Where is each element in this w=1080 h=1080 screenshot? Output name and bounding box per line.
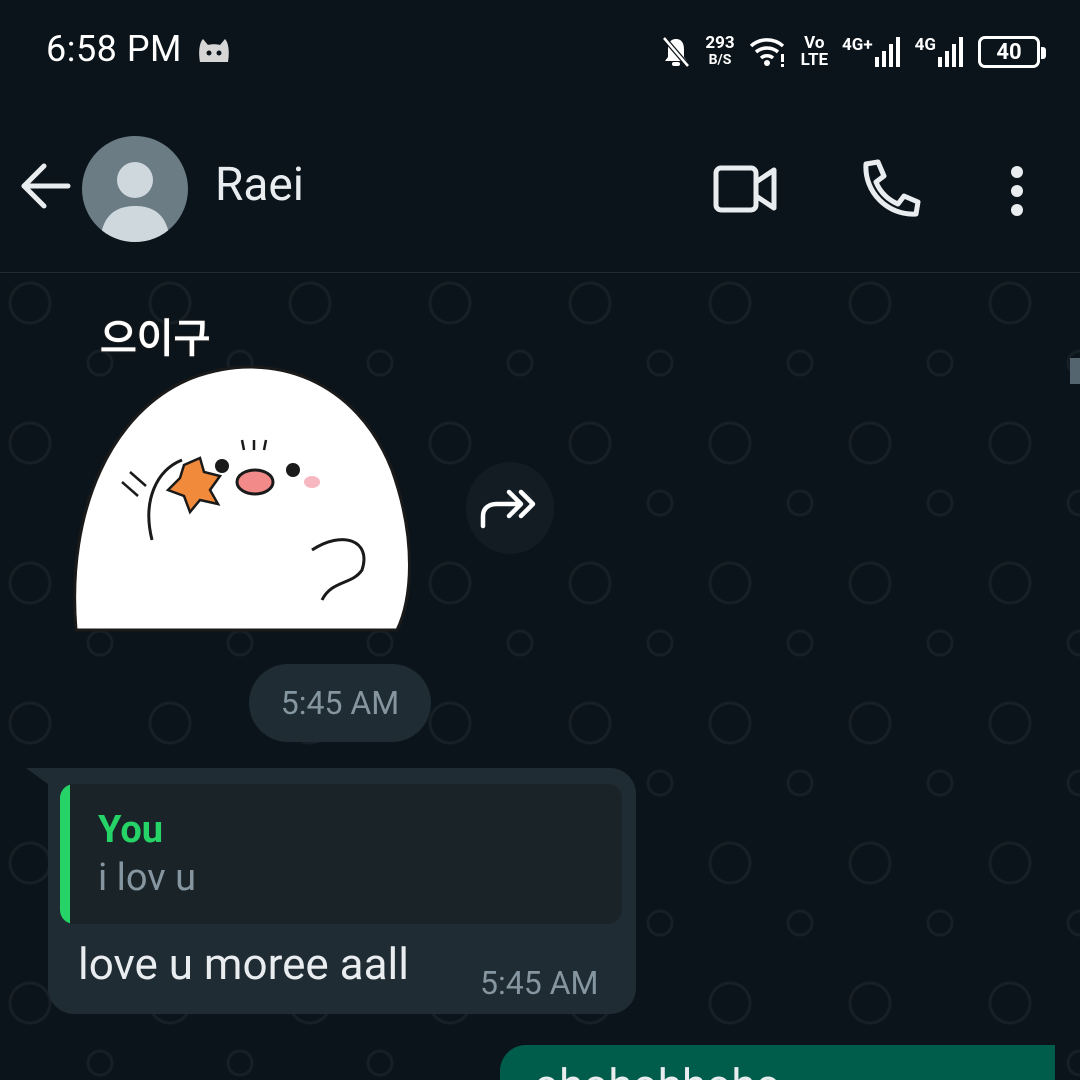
sim2-signal: 4G [915, 37, 964, 67]
forward-button[interactable] [466, 462, 554, 554]
network-speed: 293 B/S [705, 35, 734, 69]
quote-text: i lov u [98, 856, 197, 900]
sim1-network-type: 4G+ [842, 35, 873, 55]
video-call-icon[interactable] [712, 160, 778, 218]
cat-notification-icon [199, 39, 229, 62]
incoming-message-text: love u moree aall [78, 938, 409, 990]
status-bar: 6:58 PM 293 B/S Vo LTE 4G+ 4G 40 [0, 0, 1080, 100]
contact-avatar[interactable] [82, 136, 188, 242]
signal-bars-icon [938, 37, 963, 67]
sticker-timestamp: 5:45 AM [249, 664, 431, 742]
mute-bell-icon [662, 36, 691, 68]
volte-bottom: LTE [800, 50, 829, 70]
network-speed-unit: B/S [708, 52, 732, 68]
forward-icon [480, 489, 536, 529]
back-arrow-icon[interactable] [18, 158, 74, 214]
status-time: 6:58 PM [46, 28, 182, 70]
sim2-network-type: 4G [914, 35, 936, 55]
incoming-message-time: 5:45 AM [480, 964, 599, 1002]
signal-bars-icon [874, 37, 900, 67]
contact-name[interactable]: Raei [215, 158, 304, 212]
network-speed-value: 293 [705, 33, 735, 53]
battery-indicator: 40 [978, 36, 1046, 68]
chat-header: Raei [0, 100, 1080, 272]
more-options-icon[interactable] [1002, 162, 1032, 222]
default-person-icon [100, 162, 170, 242]
wifi-icon [749, 38, 784, 67]
sticker-caption: 으이구 [100, 316, 210, 362]
battery-level: 40 [996, 39, 1022, 65]
quote-author: You [98, 808, 164, 852]
sim1-signal: 4G+ [842, 37, 901, 67]
quoted-message[interactable]: You i lov u [60, 784, 622, 924]
volte-indicator: Vo LTE [801, 35, 828, 69]
outgoing-message-bubble[interactable]: ohohohhoho [500, 1045, 1055, 1080]
status-icons: 293 B/S Vo LTE 4G+ 4G 40 [661, 28, 1046, 76]
quote-accent-bar [60, 784, 70, 924]
outgoing-message-text: ohohohhoho [534, 1059, 781, 1080]
scrollbar-thumb[interactable] [1070, 358, 1080, 384]
sticker-message[interactable]: 으이구 [72, 300, 417, 635]
voice-call-icon[interactable] [858, 158, 922, 220]
